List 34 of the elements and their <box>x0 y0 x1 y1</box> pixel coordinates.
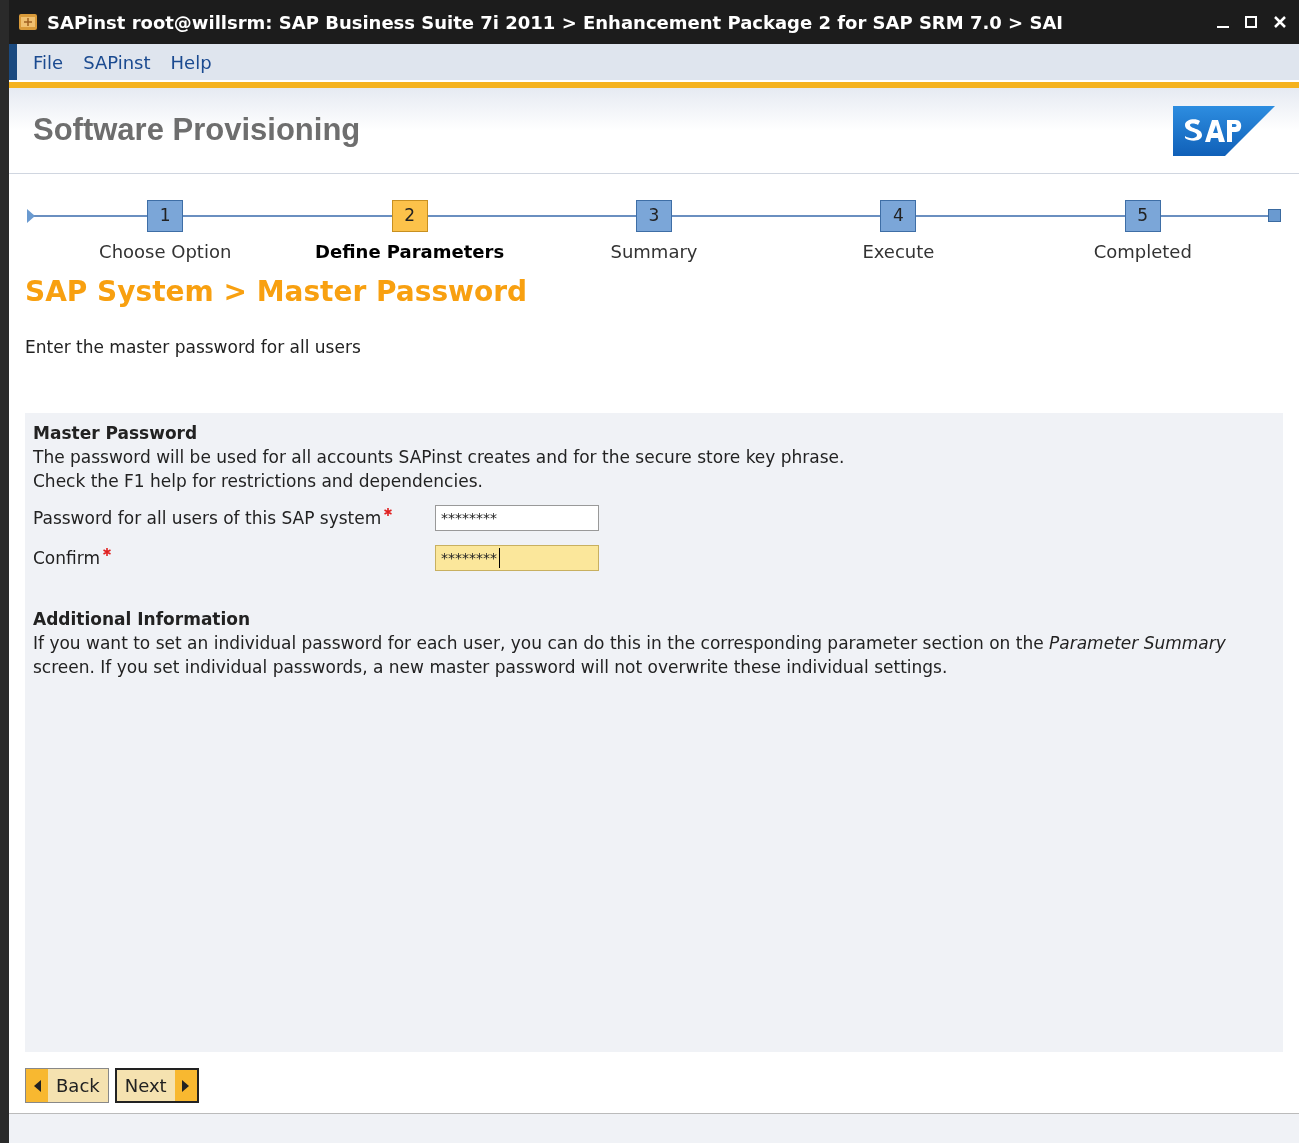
section-text: Check the F1 help for restrictions and dependencies. <box>33 469 484 493</box>
step-label[interactable]: Execute <box>862 238 935 265</box>
page-title: SAP System > Master Password <box>25 274 528 310</box>
section-title: Master Password <box>33 421 199 445</box>
section-title: Additional Information <box>33 607 252 631</box>
section-text: The password will be used for all accounts SAPinst creates and for the secure store key phrase. <box>33 445 846 469</box>
menu-item[interactable]: Help <box>170 48 212 76</box>
step-number: 4 <box>880 200 917 232</box>
password-field[interactable]: ******** <box>435 544 599 571</box>
left-arrow-icon <box>33 1079 41 1092</box>
window-title: SAPinst root@willsrm: SAP Business Suite 7i 2011 > Enhancement Package 2 for SAP SRM 7.0 > SAI <box>47 10 1064 35</box>
menu-item[interactable]: File <box>33 48 64 76</box>
header-title: Software Provisioning <box>33 111 361 150</box>
menu-item[interactable]: SAPinst <box>83 48 151 76</box>
right-arrow-icon <box>182 1079 190 1092</box>
intro-text: Enter the master password for all users <box>25 336 362 359</box>
additional-text: If you want to set an individual password for each user, you can do this in the corresponding parameter section on the Parameter Summary screen. If you set individual passwords, a new master password will not overwrite these individual settings. <box>33 631 1227 679</box>
step-number: 3 <box>636 200 672 232</box>
step-label[interactable]: Choose Option <box>99 238 232 265</box>
step-label[interactable]: Define Parameters <box>315 238 505 265</box>
step-number: 1 <box>147 200 184 232</box>
step-label[interactable]: Completed <box>1093 238 1192 265</box>
step-label[interactable]: Summary <box>610 238 698 265</box>
step-number: 2 <box>391 200 428 232</box>
package-icon <box>17 11 39 33</box>
field-label: Password for all users of this SAP system <box>33 506 382 530</box>
back-button[interactable]: Back <box>25 1068 109 1103</box>
close-icon[interactable] <box>1273 15 1287 29</box>
step-number: 5 <box>1124 200 1161 232</box>
password-field[interactable]: ******** <box>435 504 599 531</box>
track-end-icon <box>1268 209 1281 222</box>
next-button[interactable]: Next <box>114 1068 199 1103</box>
track-start-icon <box>27 209 35 223</box>
field-label: Confirm <box>33 546 100 570</box>
